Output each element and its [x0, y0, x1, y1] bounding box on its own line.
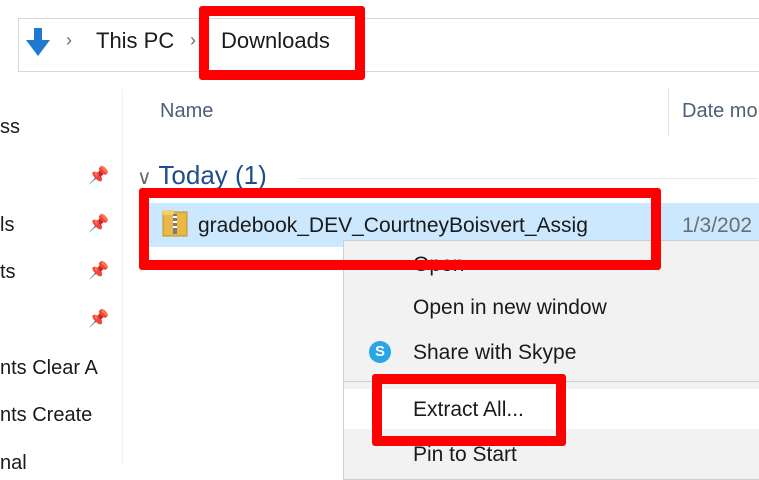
- nav-item[interactable]: ts: [0, 261, 16, 284]
- annotation-box-downloads: [199, 6, 365, 80]
- group-divider: [298, 178, 758, 179]
- nav-item[interactable]: nts Create: [0, 404, 92, 427]
- nav-item[interactable]: ss: [0, 116, 20, 139]
- down-arrow-icon[interactable]: [24, 26, 52, 58]
- nav-item[interactable]: nts Clear A: [0, 357, 98, 380]
- menu-item-pin-to-start[interactable]: Pin to Start: [413, 443, 517, 467]
- column-header-name[interactable]: Name: [160, 100, 213, 123]
- file-date: 1/3/202: [682, 214, 753, 237]
- breadcrumb-this-pc[interactable]: This PC: [96, 28, 174, 54]
- nav-item[interactable]: nal: [0, 452, 27, 475]
- pin-icon[interactable]: 📌: [88, 166, 109, 186]
- menu-item-share-skype[interactable]: Share with Skype: [413, 341, 576, 365]
- annotation-box-file-row: [139, 188, 661, 270]
- nav-item[interactable]: ls: [0, 214, 14, 237]
- annotation-box-extract-all: [372, 374, 566, 446]
- pin-icon[interactable]: 📌: [88, 214, 109, 234]
- group-header-today[interactable]: ∨ Today (1): [137, 160, 267, 191]
- column-divider[interactable]: [668, 88, 669, 136]
- column-header-date[interactable]: Date mo: [682, 100, 758, 123]
- group-label: Today (1): [158, 160, 267, 190]
- chevron-right-icon[interactable]: ›: [190, 30, 196, 51]
- menu-item-open-new-window[interactable]: Open in new window: [413, 296, 607, 320]
- pin-icon[interactable]: 📌: [88, 261, 109, 281]
- nav-pane-divider: [122, 90, 123, 466]
- chevron-right-icon[interactable]: ›: [66, 30, 72, 51]
- skype-icon: S: [369, 341, 391, 363]
- pin-icon[interactable]: 📌: [88, 309, 109, 329]
- chevron-down-icon[interactable]: ∨: [137, 167, 152, 189]
